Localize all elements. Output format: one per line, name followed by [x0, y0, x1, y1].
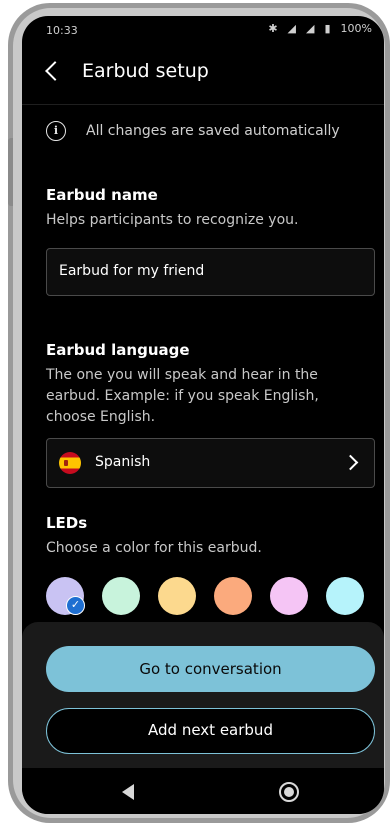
notice-text: All changes are saved automatically: [86, 123, 340, 139]
bluetooth-icon: ✱: [268, 22, 278, 35]
chevron-left-icon[interactable]: [45, 61, 65, 81]
led-color-swatch[interactable]: ✓: [46, 577, 85, 615]
led-color-swatch[interactable]: [158, 577, 196, 615]
status-time: 10:33: [46, 24, 78, 37]
led-color-picker: ✓: [46, 577, 366, 617]
led-color-swatch[interactable]: [270, 577, 308, 615]
info-icon: i: [46, 121, 66, 141]
led-color-swatch[interactable]: [102, 577, 140, 615]
earbud-language-title: Earbud language: [46, 341, 190, 359]
add-next-earbud-button[interactable]: Add next earbud: [46, 708, 375, 754]
nav-home-icon[interactable]: [279, 782, 299, 802]
led-color-swatch[interactable]: [214, 577, 252, 615]
language-select[interactable]: Spanish: [46, 438, 375, 488]
page-title: Earbud setup: [82, 60, 209, 82]
leds-title: LEDs: [46, 514, 88, 532]
auto-save-notice: i All changes are saved automatically: [46, 118, 340, 144]
system-nav-bar: [22, 768, 384, 814]
go-to-conversation-button[interactable]: Go to conversation: [46, 646, 375, 692]
signal-icon: ◢: [306, 22, 315, 35]
screen: 10:33 ✱ ◢ ◢ ▮ 100% Earbud setup i All ch…: [22, 16, 384, 814]
earbud-name-field[interactable]: Earbud for my friend: [46, 248, 375, 296]
leds-description: Choose a color for this earbud.: [46, 540, 262, 556]
battery-icon: ▮: [324, 22, 331, 35]
app-bar-divider: [22, 104, 384, 105]
language-value: Spanish: [95, 454, 151, 470]
bottom-action-panel: Go to conversation Add next earbud: [22, 622, 384, 768]
battery-percent: 100%: [340, 22, 372, 35]
earbud-name-value: Earbud for my friend: [59, 263, 205, 279]
spain-flag-icon: [59, 452, 81, 474]
status-icons: ✱ ◢ ◢ ▮ 100%: [268, 22, 372, 35]
app-bar: Earbud setup: [22, 56, 384, 92]
phone-frame: 10:33 ✱ ◢ ◢ ▮ 100% Earbud setup i All ch…: [8, 3, 390, 823]
earbud-name-description: Helps participants to recognize you.: [46, 212, 299, 228]
led-color-swatch[interactable]: [326, 577, 364, 615]
earbud-language-description: The one you will speak and hear in the e…: [46, 367, 319, 425]
chevron-right-icon: [342, 454, 359, 471]
earbud-name-title: Earbud name: [46, 186, 158, 204]
status-bar: 10:33 ✱ ◢ ◢ ▮ 100%: [22, 16, 384, 44]
nav-back-icon[interactable]: [122, 784, 134, 800]
check-icon: ✓: [66, 596, 85, 615]
wifi-icon: ◢: [287, 22, 297, 35]
